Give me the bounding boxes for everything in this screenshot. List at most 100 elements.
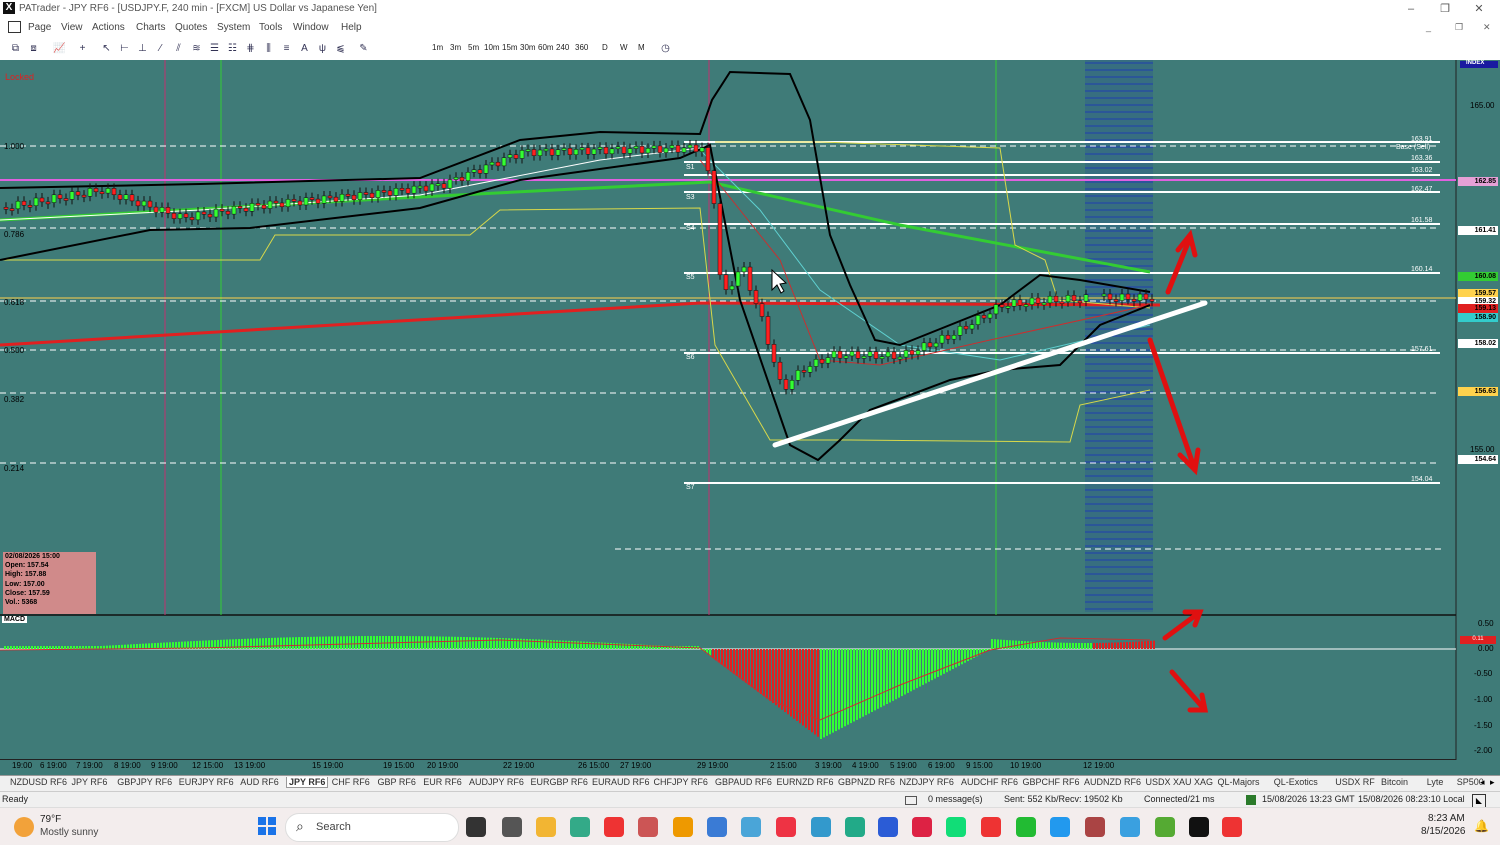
symbol-tab[interactable]: EUR RF6 — [423, 777, 462, 787]
menu-view[interactable]: View — [61, 22, 83, 33]
symbol-tab[interactable]: QL-Majors — [1218, 777, 1260, 787]
word-icon[interactable] — [878, 817, 898, 837]
timeframe-1m[interactable]: 1m — [432, 43, 443, 52]
symbol-tab[interactable]: USDX XAU XAG — [1146, 777, 1214, 787]
symbol-tab[interactable]: AUDNZD RF6 — [1084, 777, 1141, 787]
symbol-tab[interactable]: Lyte — [1427, 777, 1444, 787]
sheets-icon[interactable] — [776, 817, 796, 837]
symbol-tab[interactable]: AUDCHF RF6 — [961, 777, 1018, 787]
menu-help[interactable]: Help — [341, 22, 362, 33]
app-menu-icon[interactable] — [8, 21, 21, 33]
symbol-tab[interactable]: QL-Exotics — [1274, 777, 1318, 787]
weather-icon[interactable] — [14, 817, 34, 837]
symbol-tab[interactable]: GBPAUD RF6 — [715, 777, 772, 787]
symbol-tab[interactable]: AUDJPY RF6 — [469, 777, 524, 787]
symbol-tab[interactable]: GBPCHF RF6 — [1023, 777, 1080, 787]
weather-desc[interactable]: Mostly sunny — [40, 827, 98, 838]
crosshair-icon[interactable]: + — [77, 43, 88, 54]
cycle-lines-icon[interactable]: ⫼ — [263, 43, 274, 54]
symbol-tab[interactable]: NZDJPY RF6 — [900, 777, 954, 787]
weather-temp[interactable]: 79°F — [40, 814, 61, 825]
app-dark-icon[interactable] — [1085, 817, 1105, 837]
symbol-tab[interactable]: GBPNZD RF6 — [838, 777, 895, 787]
menu-actions[interactable]: Actions — [92, 22, 125, 33]
pitchfork-icon[interactable]: ψ — [317, 43, 328, 54]
timeframe-m[interactable]: M — [638, 43, 645, 52]
fib-fan-icon[interactable]: ≋ — [191, 43, 202, 54]
resize-grip-icon[interactable]: ◣ — [1472, 794, 1486, 808]
pattern-tool-icon[interactable]: ⧈ — [28, 43, 39, 54]
price-chart[interactable]: Locked INDEX 165.00 155.00 162.85 161.41 1… — [0, 60, 1500, 775]
timeframe-w[interactable]: W — [620, 43, 628, 52]
gann-icon[interactable]: ⋕ — [245, 43, 256, 54]
snip-icon[interactable] — [638, 817, 658, 837]
text-tool-icon[interactable]: A — [299, 43, 310, 54]
drawing-tool-icon[interactable]: ⧉ — [10, 43, 21, 54]
levels-icon[interactable]: ≡ — [281, 43, 292, 54]
trend-line-icon[interactable]: ⁄ — [155, 43, 166, 54]
notification-icon[interactable]: 🔔 — [1474, 819, 1489, 833]
vertical-line-icon[interactable]: ⊥ — [137, 43, 148, 54]
file-explorer-icon[interactable] — [466, 817, 486, 837]
app-black-icon[interactable] — [1189, 817, 1209, 837]
powerpoint-icon[interactable] — [912, 817, 932, 837]
telegram-icon[interactable] — [1050, 817, 1070, 837]
status-messages[interactable]: 0 message(s) — [928, 794, 983, 804]
mdi-minimize-icon[interactable]: _ — [1426, 22, 1431, 32]
symbol-tab[interactable]: CHFJPY RF6 — [654, 777, 708, 787]
menu-quotes[interactable]: Quotes — [175, 22, 207, 33]
clock-date[interactable]: 8/15/2026 — [1421, 826, 1466, 837]
symbol-tab[interactable]: USDX RF — [1335, 777, 1375, 787]
timeframe-60m[interactable]: 60m — [538, 43, 554, 52]
symbol-tab[interactable]: AUD RF6 — [240, 777, 279, 787]
store-icon[interactable] — [811, 817, 831, 837]
symbol-tab[interactable]: EURNZD RF6 — [777, 777, 834, 787]
chrome-icon[interactable] — [604, 817, 624, 837]
timeframe-15m[interactable]: 15m — [502, 43, 518, 52]
tabs-scroll-right-icon[interactable]: ▸ — [1490, 777, 1495, 788]
calendar-icon[interactable] — [1120, 817, 1140, 837]
menu-page[interactable]: Page — [28, 22, 51, 33]
menu-window[interactable]: Window — [293, 22, 329, 33]
camera-icon[interactable] — [673, 817, 693, 837]
screen-icon[interactable] — [741, 817, 761, 837]
menu-system[interactable]: System — [217, 22, 250, 33]
symbol-tab[interactable]: EURJPY RF6 — [179, 777, 234, 787]
timeframe-360[interactable]: 360 — [575, 43, 588, 52]
mdi-restore-icon[interactable]: ❐ — [1455, 22, 1463, 33]
symbol-tab[interactable]: EURAUD RF6 — [592, 777, 650, 787]
symbol-tab[interactable]: Bitcoin — [1381, 777, 1408, 787]
paint-icon[interactable] — [570, 817, 590, 837]
speed-lines-icon[interactable]: ⫹ — [335, 43, 346, 54]
chrome2-icon[interactable] — [1222, 817, 1242, 837]
pencil-icon[interactable]: ✎ — [358, 43, 369, 54]
calculator-icon[interactable] — [502, 817, 522, 837]
close-icon[interactable]: ✕ — [1464, 1, 1494, 17]
chart-app-icon[interactable] — [845, 817, 865, 837]
wellness-icon[interactable] — [1155, 817, 1175, 837]
symbol-tab[interactable]: GBPJPY RF6 — [117, 777, 172, 787]
taskbar-search[interactable]: ⌕ Search — [285, 813, 459, 842]
timeframe-3m[interactable]: 3m — [450, 43, 461, 52]
fib-extension-icon[interactable]: ☷ — [227, 43, 238, 54]
message-icon[interactable] — [905, 796, 917, 805]
menu-charts[interactable]: Charts — [136, 22, 165, 33]
clock-time[interactable]: 8:23 AM — [1428, 813, 1465, 824]
timeframe-240[interactable]: 240 — [556, 43, 569, 52]
timeframe-d[interactable]: D — [602, 43, 608, 52]
symbol-tab[interactable]: GBP RF6 — [378, 777, 416, 787]
timeframe-10m[interactable]: 10m — [484, 43, 500, 52]
symbol-tab[interactable]: EURGBP RF6 — [531, 777, 588, 787]
fib-retracement-icon[interactable]: ☰ — [209, 43, 220, 54]
timeframe-5m[interactable]: 5m — [468, 43, 479, 52]
symbol-tab[interactable]: NZDUSD RF6 — [10, 777, 67, 787]
minimize-icon[interactable]: – — [1396, 1, 1426, 17]
timeframe-30m[interactable]: 30m — [520, 43, 536, 52]
symbol-tab[interactable]: JPY RF6 — [72, 777, 108, 787]
windows-start-icon[interactable] — [258, 817, 277, 836]
symbol-tab[interactable]: JPY RF6 — [286, 777, 329, 788]
folder-icon[interactable] — [536, 817, 556, 837]
app-red-icon[interactable] — [981, 817, 1001, 837]
mdi-close-icon[interactable]: ✕ — [1483, 22, 1491, 33]
symbol-tab[interactable]: CHF RF6 — [332, 777, 370, 787]
